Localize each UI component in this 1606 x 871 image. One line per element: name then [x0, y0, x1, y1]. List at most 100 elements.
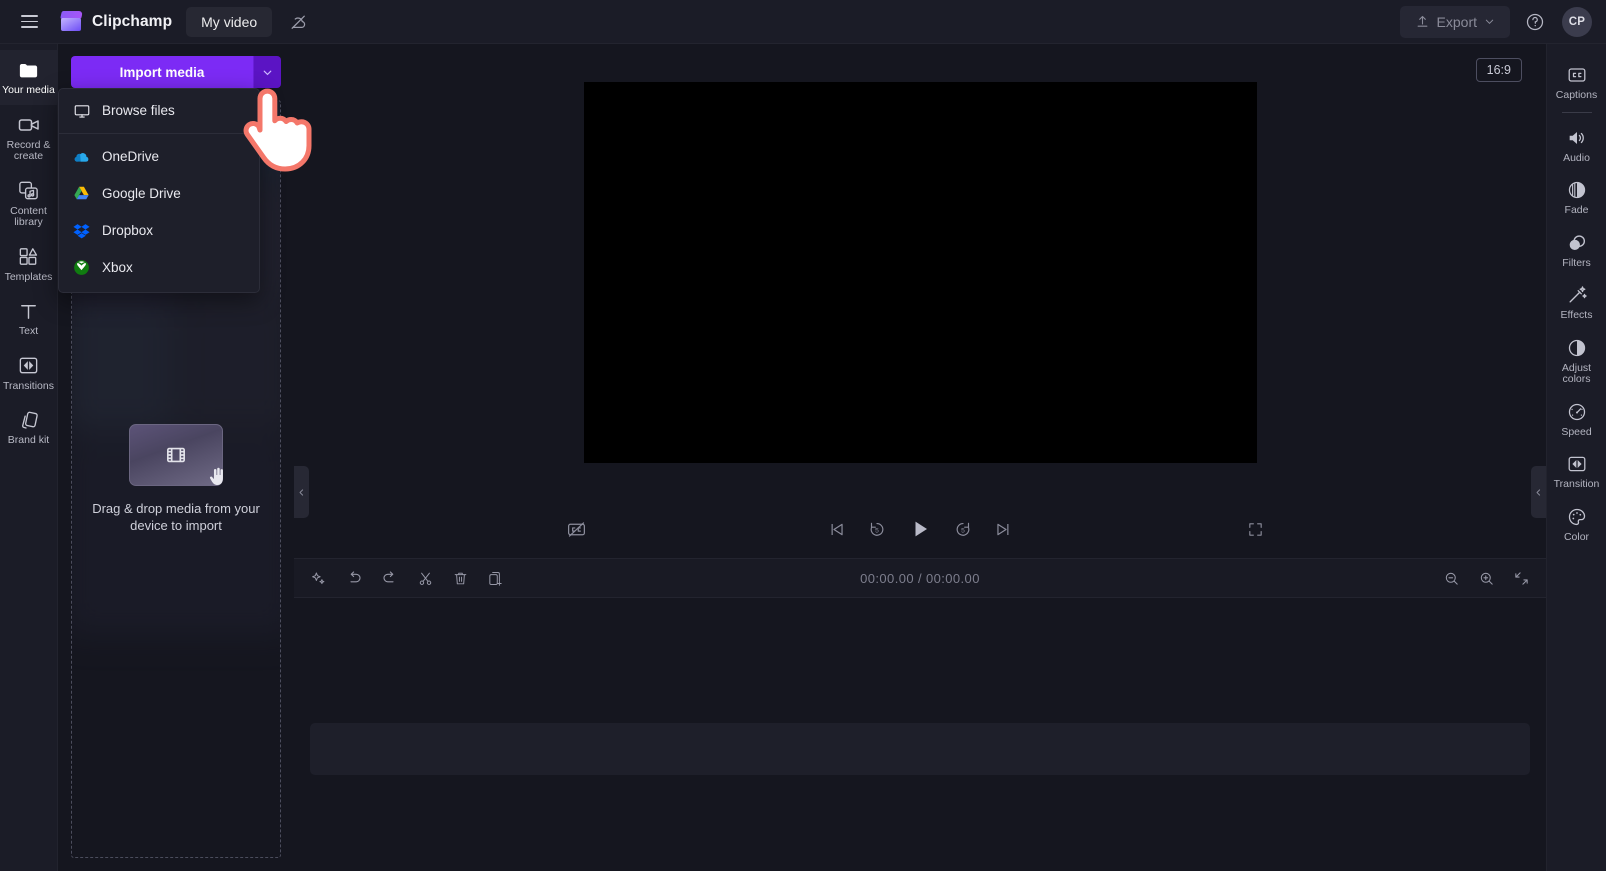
- sidebar-item-text[interactable]: Text: [0, 291, 58, 346]
- right-sidebar: Captions Audio Fade Filters Effects Adju…: [1546, 44, 1606, 871]
- hamburger-menu-icon[interactable]: [14, 7, 44, 37]
- player-controls: 5 5: [294, 500, 1546, 558]
- right-item-filters[interactable]: Filters: [1547, 224, 1606, 277]
- svg-text:5: 5: [875, 528, 879, 535]
- scissors-icon[interactable]: [417, 570, 434, 587]
- sidebar-item-label: Record & create: [6, 138, 51, 162]
- avatar[interactable]: CP: [1562, 6, 1592, 37]
- fade-icon: [1566, 179, 1588, 201]
- right-item-speed[interactable]: Speed: [1547, 393, 1606, 446]
- video-preview-area: [294, 44, 1546, 500]
- right-item-label: Audio: [1563, 151, 1590, 164]
- right-item-color[interactable]: Color: [1547, 498, 1606, 551]
- palette-icon: [1566, 506, 1588, 528]
- menu-item-google-drive[interactable]: Google Drive: [59, 175, 259, 212]
- dropzone-prompt: Drag & drop media from your device to im…: [72, 424, 280, 534]
- right-rail-divider: [1561, 111, 1592, 113]
- skip-to-end-icon[interactable]: [994, 520, 1013, 539]
- cc-icon: [1566, 64, 1588, 86]
- sidebar-item-templates[interactable]: Templates: [0, 237, 58, 292]
- sidebar-item-your-media[interactable]: Your media: [0, 50, 58, 105]
- menu-item-dropbox[interactable]: Dropbox: [59, 212, 259, 249]
- timeline-zoom-group: [1443, 570, 1530, 587]
- collapse-right-panel-button[interactable]: [1531, 466, 1546, 518]
- fit-to-timeline-icon[interactable]: [1513, 570, 1530, 587]
- menu-divider: [59, 133, 259, 134]
- menu-item-label: OneDrive: [102, 149, 160, 164]
- sidebar-item-content-library[interactable]: Content library: [0, 171, 58, 237]
- transport-controls: 5 5: [827, 517, 1013, 541]
- right-item-label: Speed: [1561, 425, 1592, 438]
- preview-stage: 16:9 5 5: [294, 44, 1546, 558]
- sparkle-icon[interactable]: [310, 570, 327, 587]
- speedometer-icon: [1566, 401, 1588, 423]
- sidebar-item-label: Brand kit: [7, 434, 50, 446]
- fullscreen-icon[interactable]: [1247, 521, 1264, 538]
- templates-grid-icon: [17, 246, 40, 268]
- timeline-track-placeholder[interactable]: [310, 723, 1530, 775]
- redo-icon[interactable]: [381, 569, 399, 587]
- import-media-dropdown-toggle[interactable]: [253, 56, 281, 88]
- aspect-ratio-badge[interactable]: 16:9: [1475, 58, 1522, 82]
- duplicate-icon[interactable]: [487, 570, 504, 587]
- menu-item-xbox[interactable]: Xbox: [59, 249, 259, 286]
- transition-icon: [1566, 453, 1588, 475]
- help-button[interactable]: [1520, 7, 1550, 37]
- skip-to-start-icon[interactable]: [827, 520, 846, 539]
- closed-captions-off-icon[interactable]: [566, 519, 587, 540]
- trash-icon[interactable]: [452, 570, 469, 587]
- left-sidebar: Your media Record & create Content libra…: [0, 44, 58, 871]
- chevron-left-icon: [299, 488, 304, 496]
- forward-5s-icon[interactable]: 5: [953, 519, 973, 539]
- right-item-fade[interactable]: Fade: [1547, 171, 1606, 224]
- right-item-transition[interactable]: Transition: [1547, 445, 1606, 498]
- zoom-out-icon[interactable]: [1443, 570, 1460, 587]
- right-item-label: Color: [1563, 530, 1590, 543]
- menu-item-label: Xbox: [102, 260, 133, 275]
- right-item-audio[interactable]: Audio: [1547, 119, 1606, 172]
- right-item-label: Adjust colors: [1561, 361, 1592, 385]
- right-item-effects[interactable]: Effects: [1547, 276, 1606, 329]
- export-label: Export: [1436, 13, 1477, 30]
- sidebar-item-record-create[interactable]: Record & create: [0, 105, 58, 171]
- menu-item-label: Dropbox: [102, 223, 154, 238]
- drag-hand-icon: [204, 464, 230, 495]
- transitions-icon: [17, 355, 40, 377]
- camera-video-icon: [17, 114, 41, 136]
- rewind-5s-icon[interactable]: 5: [867, 519, 887, 539]
- chevron-down-icon: [1485, 19, 1494, 24]
- right-item-adjust-colors[interactable]: Adjust colors: [1547, 329, 1606, 393]
- timeline-tool-group: [310, 569, 504, 587]
- sidebar-item-label: Your media: [2, 84, 55, 96]
- play-button[interactable]: [908, 517, 932, 541]
- timeline-body[interactable]: [294, 598, 1546, 871]
- google-drive-icon: [72, 184, 91, 203]
- menu-item-onedrive[interactable]: OneDrive: [59, 138, 259, 175]
- chevron-left-icon: [1536, 488, 1541, 496]
- film-strip-icon: [167, 447, 185, 463]
- import-media-button[interactable]: Import media: [71, 56, 253, 88]
- import-media-menu: Browse files OneDrive Google Drive Dropb…: [58, 88, 260, 293]
- content-library-icon: [17, 180, 40, 202]
- magic-wand-icon: [1566, 284, 1588, 306]
- dropzone-text: Drag & drop media from your device to im…: [92, 501, 260, 533]
- video-canvas[interactable]: [583, 81, 1257, 463]
- text-t-icon: [17, 300, 40, 322]
- export-button[interactable]: Export: [1399, 5, 1510, 38]
- sidebar-item-label: Text: [18, 325, 39, 337]
- menu-item-browse-files[interactable]: Browse files: [59, 92, 259, 129]
- project-name-field[interactable]: My video: [186, 6, 273, 37]
- monitor-icon: [72, 101, 91, 120]
- undo-icon[interactable]: [345, 569, 363, 587]
- sidebar-item-transitions[interactable]: Transitions: [0, 346, 58, 401]
- sidebar-item-label: Transitions: [3, 379, 54, 392]
- sidebar-item-label: Templates: [4, 270, 53, 283]
- cloud-off-icon[interactable]: [284, 8, 312, 36]
- right-item-label: Effects: [1560, 309, 1593, 321]
- collapse-left-panel-button[interactable]: [294, 466, 309, 518]
- sidebar-item-brand-kit[interactable]: Brand kit: [0, 400, 58, 455]
- folder-icon: [17, 59, 40, 81]
- zoom-in-icon[interactable]: [1478, 570, 1495, 587]
- right-item-captions[interactable]: Captions: [1547, 56, 1606, 109]
- right-item-label: Filters: [1562, 256, 1591, 269]
